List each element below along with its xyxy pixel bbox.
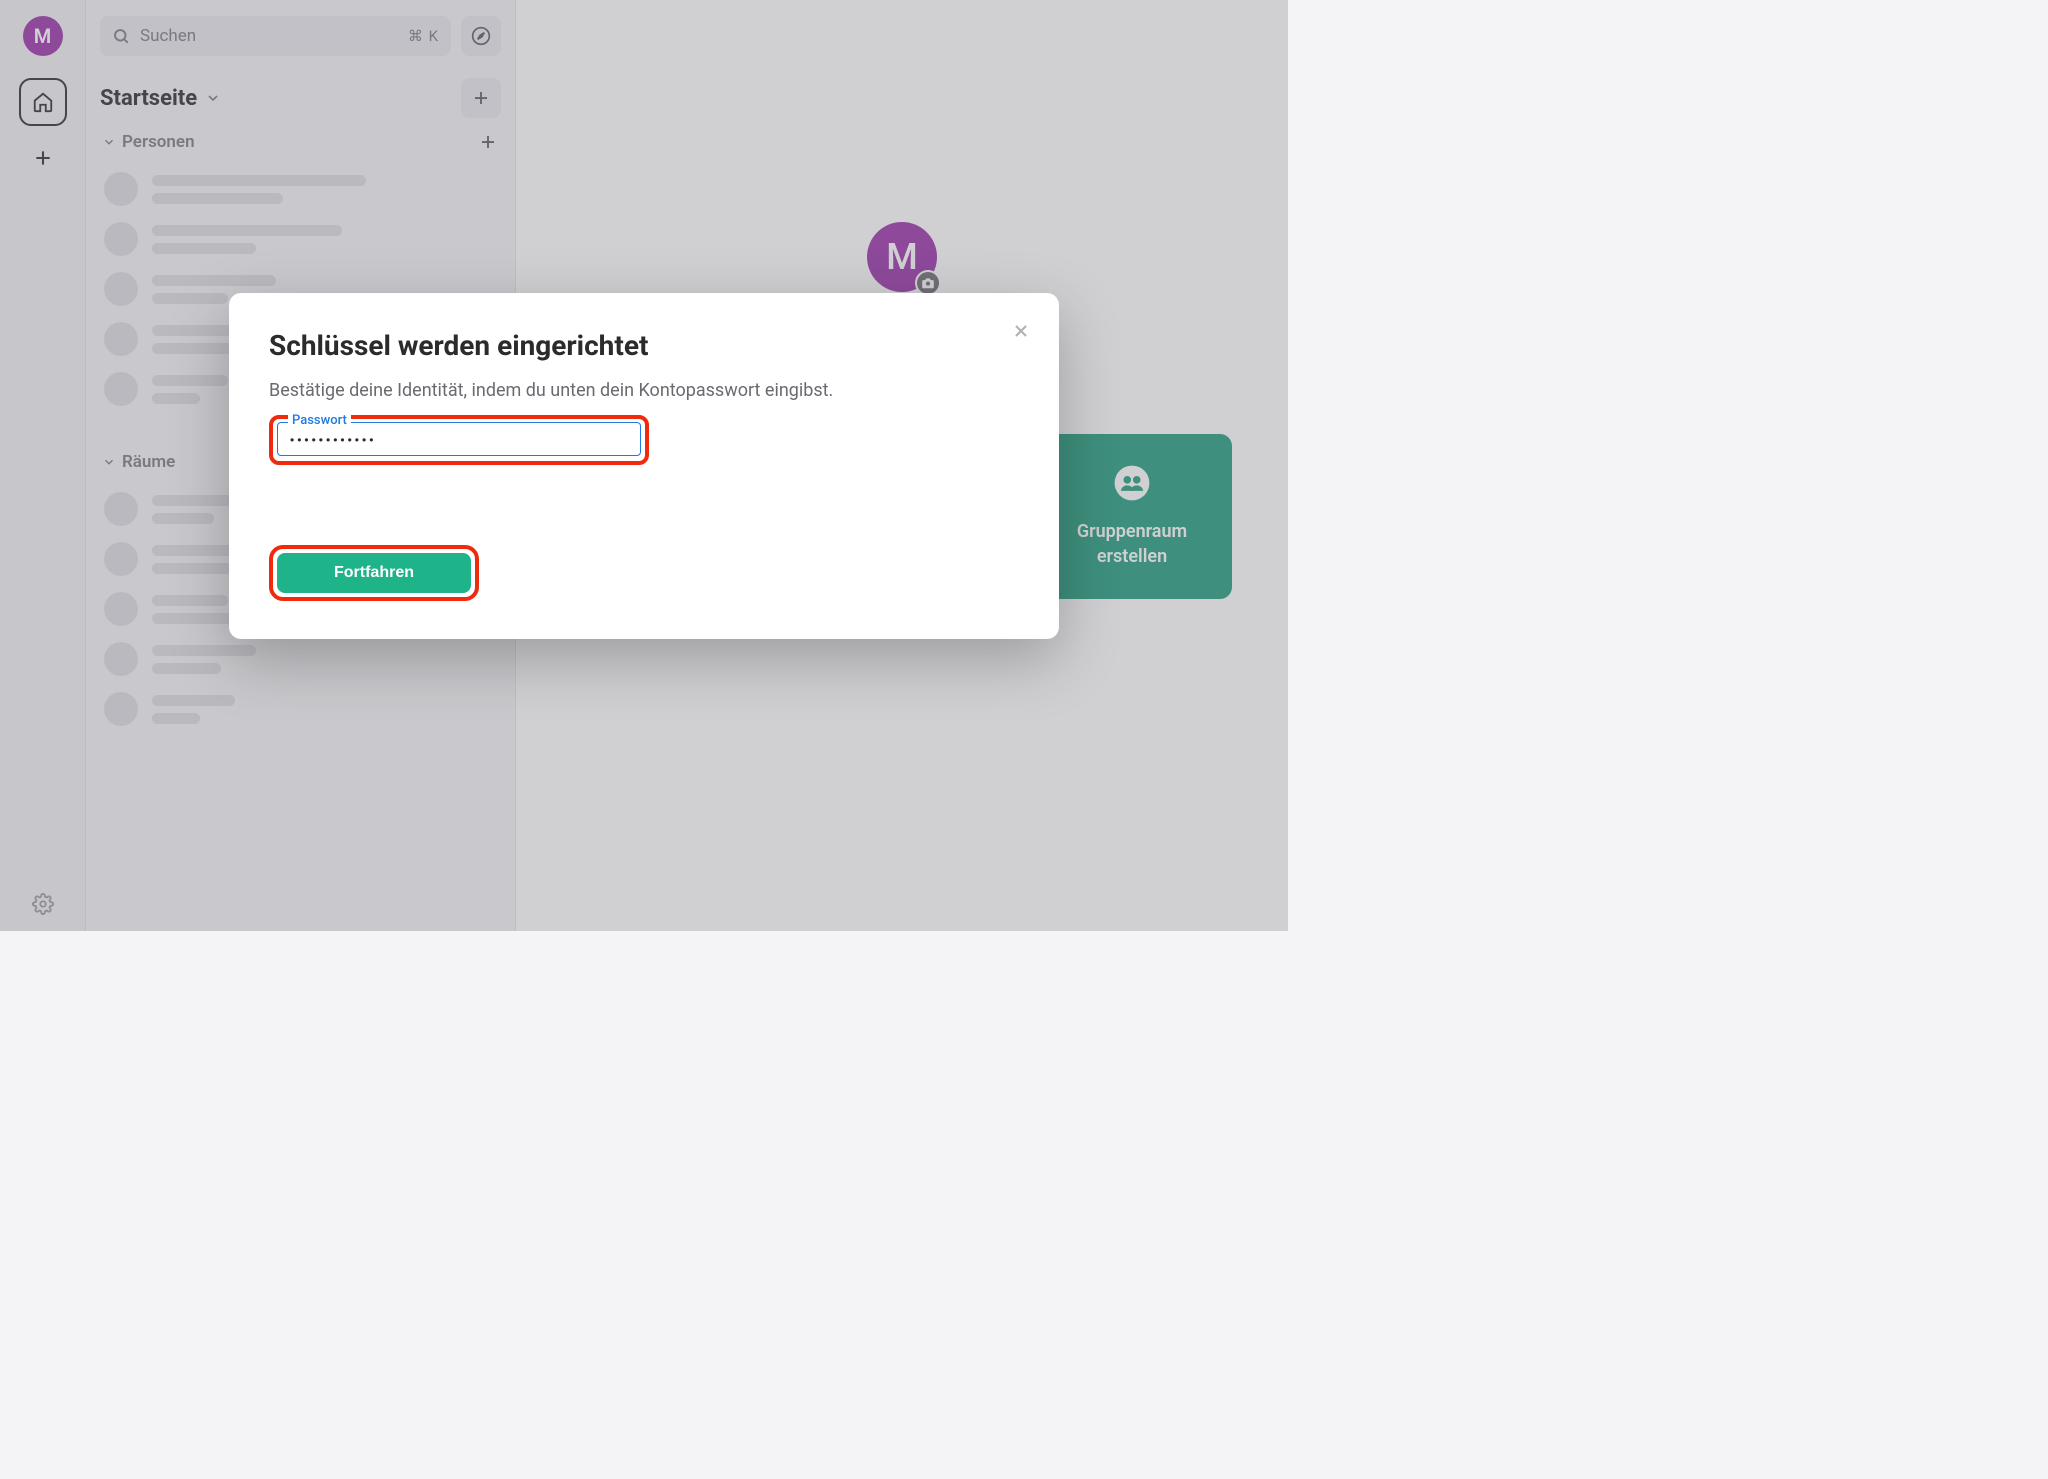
close-button[interactable]: [1011, 321, 1031, 341]
password-label: Passwort: [288, 413, 351, 428]
close-icon: [1011, 321, 1031, 341]
password-value: ••••••••••••: [290, 433, 628, 447]
continue-button[interactable]: Fortfahren: [277, 553, 471, 593]
password-input[interactable]: Passwort ••••••••••••: [277, 422, 641, 456]
password-field-highlight: Passwort ••••••••••••: [269, 415, 649, 465]
dialog-description: Bestätige deine Identität, indem du unte…: [269, 380, 1019, 401]
continue-button-highlight: Fortfahren: [269, 545, 479, 601]
key-setup-dialog: Schlüssel werden eingerichtet Bestätige …: [229, 293, 1059, 639]
dialog-title: Schlüssel werden eingerichtet: [269, 329, 1019, 362]
modal-overlay: Schlüssel werden eingerichtet Bestätige …: [0, 0, 1288, 931]
